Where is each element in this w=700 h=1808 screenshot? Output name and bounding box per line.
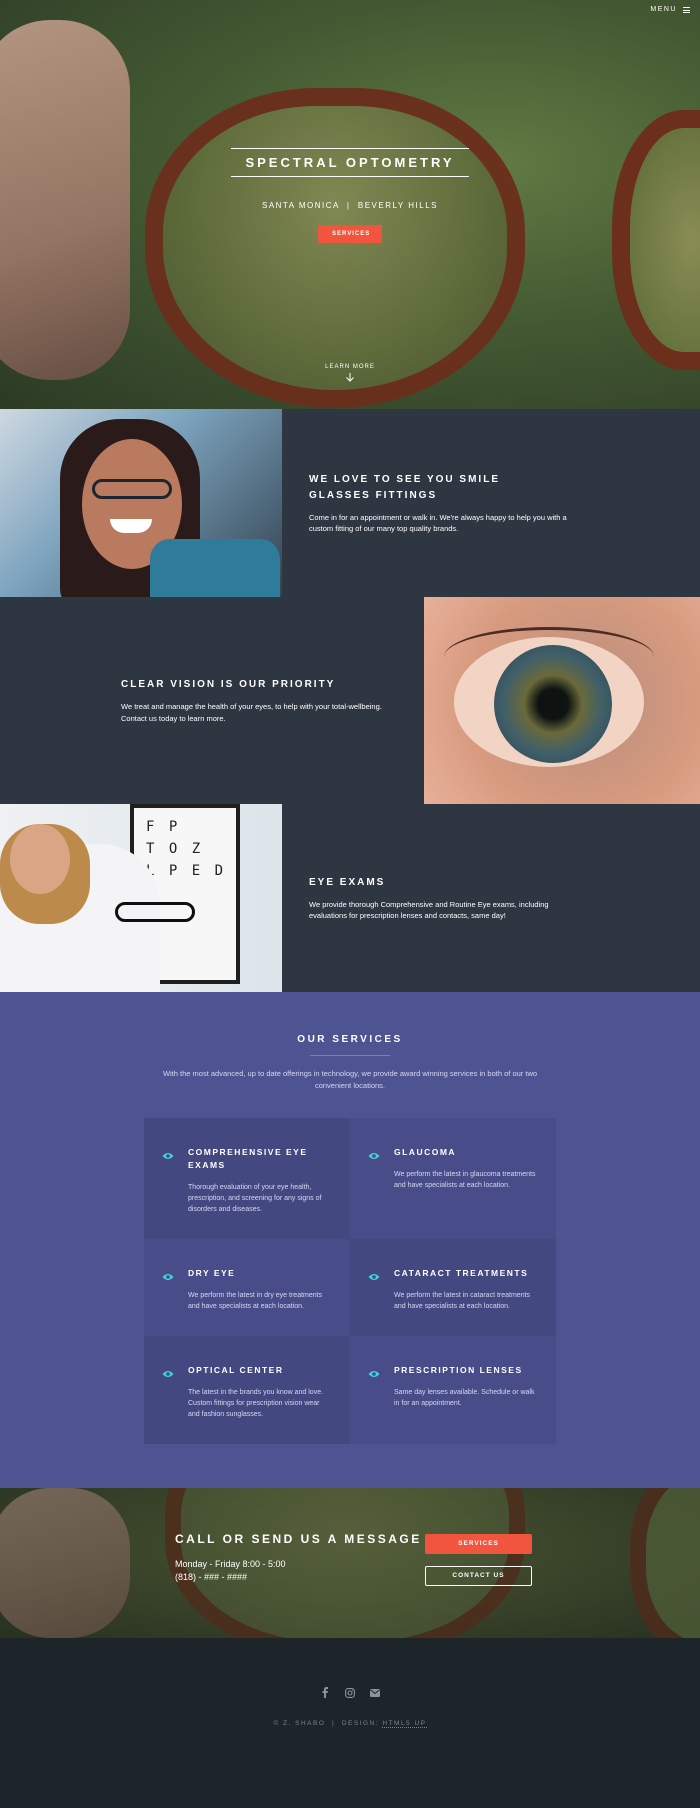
service-description: We perform the latest in cataract treatm…: [394, 1292, 531, 1310]
service-body: CATARACT TREATMENTS We perform the lates…: [394, 1267, 536, 1312]
service-body: PRESCRIPTION LENSES Same day lenses avai…: [394, 1364, 536, 1420]
service-item: CATARACT TREATMENTS We perform the lates…: [350, 1239, 556, 1336]
menu-button[interactable]: MENU: [650, 6, 690, 13]
contact-cta: CALL OR SEND US A MESSAGE Monday - Frida…: [0, 1488, 700, 1638]
service-title: COMPREHENSIVE EYE EXAMS: [188, 1147, 308, 1170]
social-links: [0, 1687, 700, 1698]
spotlight-glasses-fittings: WE LOVE TO SEE YOU SMILE GLASSES FITTING…: [0, 409, 700, 597]
head-shape: [10, 824, 70, 894]
eye-chart-woman-image: F P T O Z L P E D: [0, 804, 282, 992]
divider: [310, 1055, 390, 1056]
contact-details: Monday - Friday 8:00 - 5:00 (818) - ### …: [175, 1558, 422, 1584]
services-title: OUR SERVICES: [297, 1034, 403, 1045]
spotlight-text: EYE EXAMS We provide thorough Comprehens…: [282, 804, 700, 992]
office-hours: Monday - Friday 8:00 - 5:00: [175, 1559, 286, 1569]
service-description: We perform the latest in glaucoma treatm…: [394, 1171, 536, 1189]
service-title: CATARACT TREATMENTS: [394, 1268, 529, 1278]
spotlight-title-line2: GLASSES FITTINGS: [309, 489, 438, 501]
hero-title-frame: SPECTRAL OPTOMETRY: [231, 148, 469, 177]
footer: © Z. SHABO | DESIGN: HTML5 UP: [0, 1638, 700, 1770]
service-item: COMPREHENSIVE EYE EXAMS Thorough evaluat…: [144, 1118, 350, 1239]
spotlight-title: EYE EXAMS: [309, 876, 386, 888]
spotlight-title-line1: WE LOVE TO SEE YOU SMILE: [309, 473, 500, 485]
service-title: OPTICAL CENTER: [188, 1365, 284, 1375]
services-section: OUR SERVICES With the most advanced, up …: [0, 992, 700, 1488]
service-item: OPTICAL CENTER The latest in the brands …: [144, 1336, 350, 1444]
cta-info: CALL OR SEND US A MESSAGE Monday - Frida…: [175, 1532, 422, 1584]
service-body: GLAUCOMA We perform the latest in glauco…: [394, 1146, 536, 1215]
menu-label: MENU: [650, 6, 677, 13]
page-title: SPECTRAL OPTOMETRY: [245, 155, 455, 170]
service-title: PRESCRIPTION LENSES: [394, 1365, 523, 1375]
cta-services-button[interactable]: SERVICES: [425, 1534, 532, 1554]
instagram-icon[interactable]: [345, 1687, 356, 1698]
copyright: © Z. SHABO | DESIGN: HTML5 UP: [0, 1720, 700, 1728]
cta-title: CALL OR SEND US A MESSAGE: [175, 1532, 422, 1546]
email-icon[interactable]: [370, 1687, 381, 1698]
design-credit-link[interactable]: HTML5 UP: [382, 1720, 427, 1728]
service-description: Thorough evaluation of your eye health, …: [188, 1184, 322, 1213]
service-body: COMPREHENSIVE EYE EXAMS Thorough evaluat…: [188, 1146, 330, 1215]
facebook-icon[interactable]: [320, 1687, 331, 1698]
spotlight-text: WE LOVE TO SEE YOU SMILE GLASSES FITTING…: [282, 409, 700, 597]
eye-icon: [368, 1267, 384, 1312]
eye-icon: [162, 1364, 178, 1420]
learn-more-link[interactable]: LEARN MORE: [0, 364, 700, 385]
services-grid: COMPREHENSIVE EYE EXAMS Thorough evaluat…: [144, 1118, 556, 1444]
spotlight-description: We provide thorough Comprehensive and Ro…: [309, 899, 549, 921]
hero-services-button[interactable]: SERVICES: [318, 225, 382, 243]
eye-chart-letters: F P T O Z L P E D: [146, 819, 227, 879]
phone-number: (818) - ### - ####: [175, 1572, 248, 1582]
eye-icon: [368, 1364, 384, 1420]
spotlight-description: We treat and manage the health of your e…: [121, 702, 382, 723]
contact-us-button[interactable]: CONTACT US: [425, 1566, 532, 1586]
hamburger-icon: [683, 6, 690, 13]
service-item: GLAUCOMA We perform the latest in glauco…: [350, 1118, 556, 1239]
service-description: Same day lenses available. Schedule or w…: [394, 1389, 535, 1407]
glasses-shape: [115, 902, 195, 922]
service-description: The latest in the brands you know and lo…: [188, 1389, 324, 1418]
spotlight-clear-vision: CLEAR VISION IS OUR PRIORITY We treat an…: [0, 597, 700, 804]
spotlight-title: WE LOVE TO SEE YOU SMILE GLASSES FITTING…: [309, 472, 700, 504]
hero-content: SPECTRAL OPTOMETRY SANTA MONICA | BEVERL…: [0, 148, 700, 243]
learn-more-label: LEARN MORE: [325, 364, 375, 370]
service-body: OPTICAL CENTER The latest in the brands …: [188, 1364, 330, 1420]
service-item: DRY EYE We perform the latest in dry eye…: [144, 1239, 350, 1336]
services-intro: With the most advanced, up to date offer…: [162, 1069, 538, 1090]
shirt-shape: [150, 539, 280, 597]
service-title: GLAUCOMA: [394, 1147, 457, 1157]
spotlight-eye-exams: F P T O Z L P E D EYE EXAMS We provide t…: [0, 804, 700, 992]
smiling-woman-image: [0, 409, 282, 597]
eye-icon: [162, 1146, 178, 1215]
service-title: DRY EYE: [188, 1268, 236, 1278]
service-body: DRY EYE We perform the latest in dry eye…: [188, 1267, 330, 1312]
spotlight-description: Come in for an appointment or walk in. W…: [309, 512, 567, 534]
eye-closeup-image: [424, 597, 700, 804]
arrow-down-icon: [0, 372, 700, 385]
copyright-text: © Z. SHABO | DESIGN:: [273, 1720, 383, 1727]
glasses-shape: [92, 479, 172, 499]
cta-actions: SERVICES CONTACT US: [425, 1534, 532, 1586]
hero-subtitle: SANTA MONICA | BEVERLY HILLS: [261, 201, 438, 210]
glasses-lens-image: [145, 88, 525, 408]
eye-icon: [162, 1267, 178, 1312]
eye-icon: [368, 1146, 384, 1215]
hero-banner: MENU SPECTRAL OPTOMETRY SANTA MONICA | B…: [0, 0, 700, 409]
spotlight-title: CLEAR VISION IS OUR PRIORITY: [121, 679, 336, 690]
service-item: PRESCRIPTION LENSES Same day lenses avai…: [350, 1336, 556, 1444]
spotlight-text: CLEAR VISION IS OUR PRIORITY We treat an…: [0, 597, 424, 804]
service-description: We perform the latest in dry eye treatme…: [188, 1292, 323, 1310]
eye-lash-shape: [444, 627, 654, 687]
